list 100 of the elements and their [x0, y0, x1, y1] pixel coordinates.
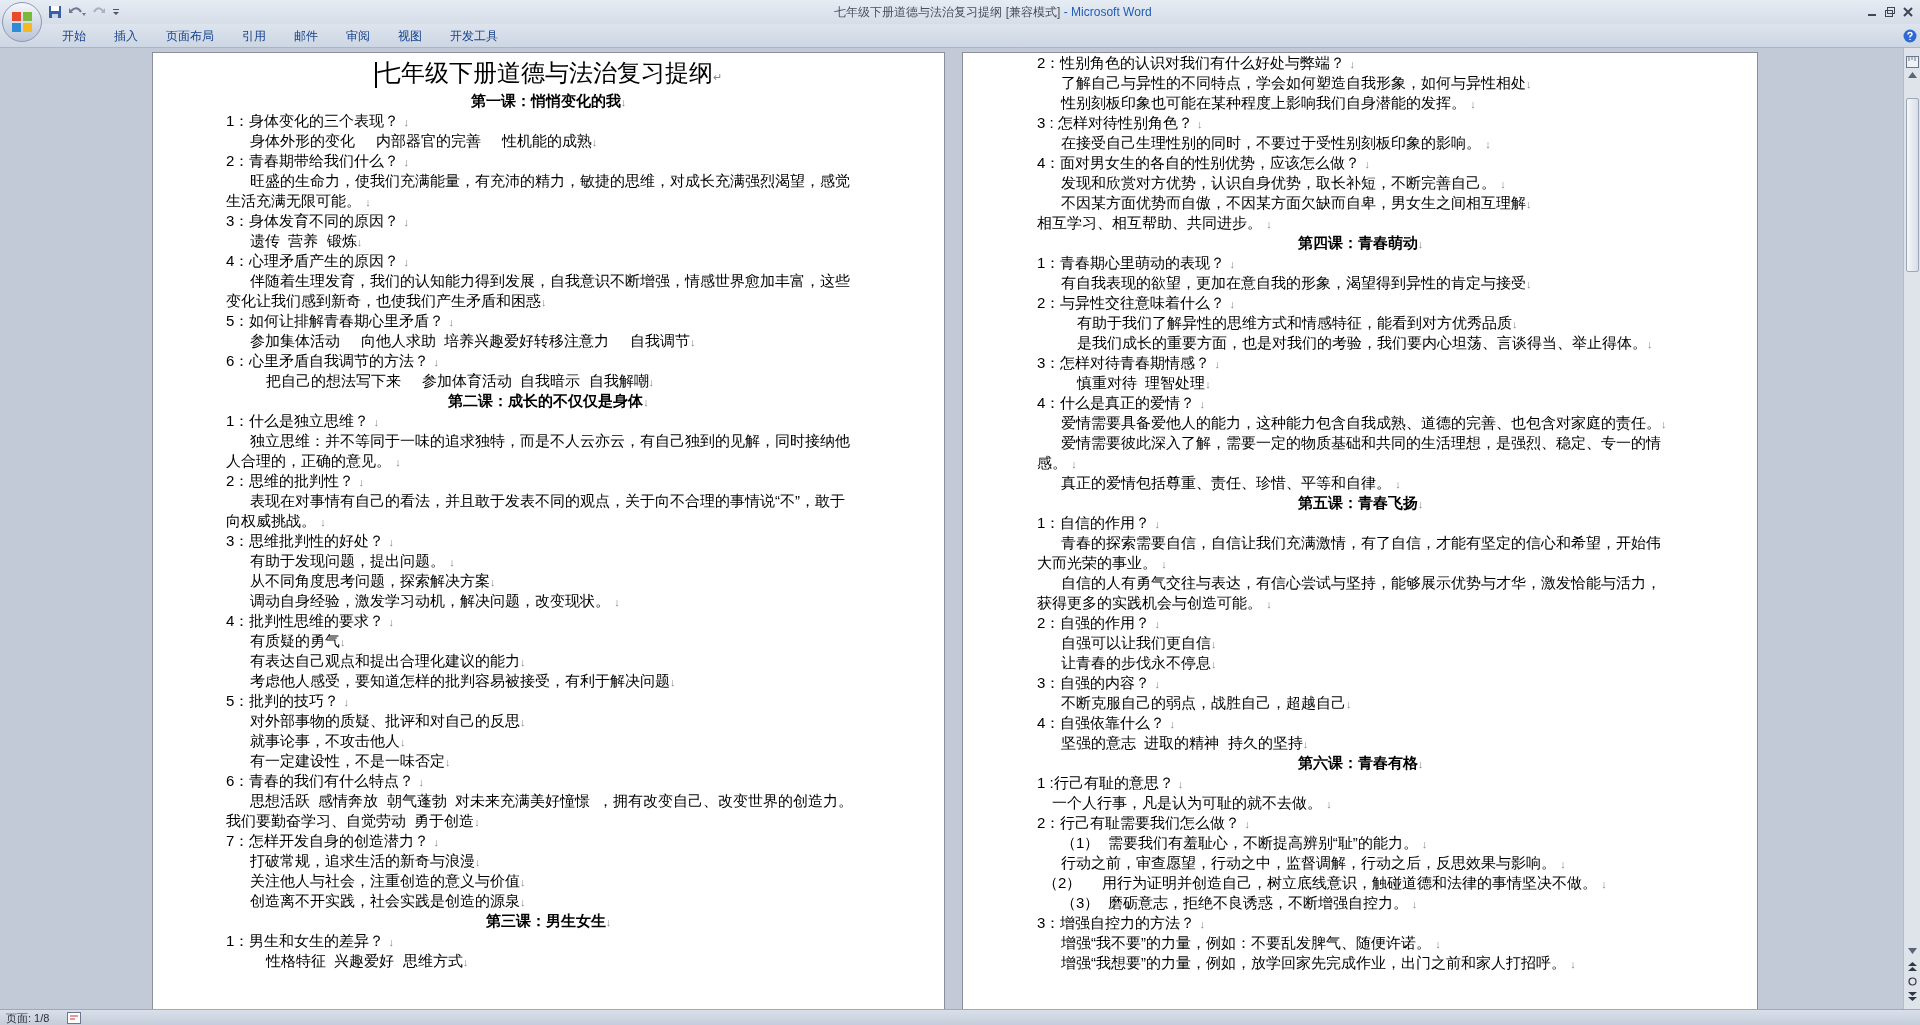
question-text: 1：自信的作用？ ↓: [1037, 513, 1161, 533]
answer-text: 是我们成长的重要方面，也是对我们的考验，我们要内心坦荡、言谈得当、举止得体。↓: [1076, 333, 1654, 353]
office-button[interactable]: [2, 2, 42, 42]
answer-text: 关注他人与社会，注重创造的意义与价值↓: [249, 871, 527, 891]
answer-paragraph: 爱情需要彼此深入了解，需要一定的物质基础和共同的生活理想，是强烈、稳定、专一的情感。 ↓: [1037, 433, 1662, 473]
answer-paragraph: 旺盛的生命力，使我们充满能量，有充沛的精力，敏捷的思维，对成长充满强烈渴望，感觉生活充满无限可能。 ↓: [226, 171, 851, 211]
answer-text: （1） 需要我们有羞耻心，不断提高辨别“耻”的能力。 ↓: [1060, 833, 1429, 853]
question-text: 4：面对男女生的各自的性别优势，应该怎么做？ ↓: [1037, 153, 1371, 173]
answer-text: 遗传 营养 锻炼↓: [249, 231, 364, 251]
question-text: 3：增强自控力的方法？ ↓: [1037, 913, 1206, 933]
answer-text: （2） 用行为证明并创造自己，树立底线意识，触碰道德和法律的事情坚决不做。 ↓: [1042, 873, 1608, 893]
ribbon-tab[interactable]: 页面布局: [154, 24, 226, 47]
question-text: 1：什么是独立思维？ ↓: [226, 411, 380, 431]
question-text: 6：青春的我们有什么特点？ ↓: [226, 771, 425, 791]
question-text: 3 : 怎样对待性别角色？ ↓: [1037, 113, 1204, 133]
answer-text: 不因某方面优势而自傲，不因某方面欠缺而自卑，男女生之间相互理解↓: [1060, 193, 1533, 213]
question-text: 3：自强的内容？ ↓: [1037, 673, 1161, 693]
answer-text: 考虑他人感受，要知道怎样的批判容易被接受，有利于解决问题↓: [249, 671, 677, 691]
answer-text: 行动之前，审查愿望，行动之中，监督调解，行动之后，反思效果与影响。 ↓: [1060, 853, 1567, 873]
answer-text: 性格特征 兴趣爱好 思维方式↓: [264, 951, 470, 971]
window-title: 七年级下册道德与法治复习提纲 [兼容模式] - Microsoft Word: [834, 4, 1152, 21]
answer-text: 对外部事物的质疑、批评和对自己的反思↓: [249, 711, 527, 731]
answer-text: 相互学习、相互帮助、共同进步。 ↓: [1037, 213, 1273, 233]
answer-text: 真正的爱情包括尊重、责任、珍惜、平等和自律。 ↓: [1060, 473, 1402, 493]
question-text: 2：性别角色的认识对我们有什么好处与弊端？ ↓: [1037, 53, 1356, 73]
ribbon-tab[interactable]: 开发工具: [438, 24, 510, 47]
answer-text: 有质疑的勇气↓: [249, 631, 347, 651]
question-text: 2：自强的作用？ ↓: [1037, 613, 1161, 633]
answer-text: 创造离不开实践，社会实践是创造的源泉↓: [249, 891, 527, 911]
answer-text: 在接受自己生理性别的同时，不要过于受性别刻板印象的影响。 ↓: [1060, 133, 1492, 153]
answer-paragraph: 青春的探索需要自信，自信让我们充满激情，有了自信，才能有坚定的信心和希望，开始伟大而光荣的事业。 ↓: [1037, 533, 1662, 573]
scroll-up-icon[interactable]: [1907, 72, 1917, 78]
ribbon-tab[interactable]: 插入: [102, 24, 150, 47]
browse-object-icon[interactable]: [1907, 977, 1917, 986]
answer-text: 参加集体活动 向他人求助 培养兴趣爱好转移注意力 自我调节↓: [249, 331, 697, 351]
section-heading: 第六课：青春有格↓: [1296, 753, 1425, 773]
section-heading: 第二课：成长的不仅仅是身体↓: [447, 391, 650, 411]
ribbon-tab[interactable]: 开始: [50, 24, 98, 47]
question-text: 6：心里矛盾自我调节的方法？ ↓: [226, 351, 440, 371]
question-text: 2：行己有耻需要我们怎么做？ ↓: [1037, 813, 1251, 833]
answer-text: 发现和欣赏对方优势，认识自身优势，取长补短，不断完善自己。 ↓: [1060, 173, 1507, 193]
ribbon-tab[interactable]: 邮件: [282, 24, 330, 47]
ribbon-tab[interactable]: 审阅: [334, 24, 382, 47]
customize-toolbar-icon[interactable]: [112, 7, 120, 17]
answer-text: 调动自身经验，激发学习动机，解决问题，改变现状。 ↓: [249, 591, 621, 611]
answer-paragraph: 独立思维：并不等同于一味的追求独特，而是不人云亦云，有自己独到的见解，同时接纳他人合理的，正确的意见。 ↓: [226, 431, 851, 471]
help-icon[interactable]: [1903, 28, 1917, 43]
page-indicator[interactable]: 页面: 1/8: [6, 1010, 50, 1025]
answer-text: 打破常规，追求生活的新奇与浪漫↓: [249, 851, 482, 871]
document-title: 七年级下册道德与法治复习提纲↵: [374, 58, 723, 90]
answer-paragraph: 表现在对事情有自己的看法，并且敢于发表不同的观点，关于向不合理的事情说“不”，敢于向权威挑战。 ↓: [226, 491, 846, 531]
answer-text: 增强“我不要”的力量，例如：不要乱发脾气、随便许诺。 ↓: [1060, 933, 1442, 953]
ruler-icon[interactable]: [1905, 56, 1919, 68]
question-text: 4：心理矛盾产生的原因？ ↓: [226, 251, 410, 271]
question-text: 2：思维的批判性？ ↓: [226, 471, 365, 491]
section-heading: 第三课：男生女生↓: [484, 911, 613, 931]
question-text: 1：身体变化的三个表现？ ↓: [226, 111, 410, 131]
answer-paragraph: 伴随着生理发育，我们的认知能力得到发展，自我意识不断增强，情感世界愈加丰富，这些变化让我们感到新奇，也使我们产生矛盾和困惑↓: [226, 271, 851, 311]
answer-text: 坚强的意志 进取的精神 持久的坚持↓: [1060, 733, 1310, 753]
question-text: 2：青春期带给我们什么？ ↓: [226, 151, 410, 171]
scroll-thumb[interactable]: [1905, 98, 1919, 272]
answer-text: 有自我表现的欲望，更加在意自我的形象，渴望得到异性的肯定与接受↓: [1060, 273, 1533, 293]
scroll-down-icon[interactable]: [1907, 948, 1917, 954]
previous-page-icon[interactable]: [1907, 962, 1917, 971]
answer-text: 身体外形的变化 内部器官的完善 性机能的成熟↓: [249, 131, 599, 151]
office-logo-icon: [11, 11, 33, 33]
answer-text: 就事论事，不攻击他人↓: [249, 731, 407, 751]
section-heading: 第一课：悄悄变化的我↓: [469, 91, 628, 111]
answer-text: 有助于我们了解异性的思维方式和情感特征，能看到对方优秀品质↓: [1076, 313, 1519, 333]
answer-text: 增强“我想要”的力量，例如，放学回家先完成作业，出门之前和家人打招呼。 ↓: [1060, 953, 1577, 973]
answer-text: 有一定建设性，不是一味否定↓: [249, 751, 452, 771]
question-text: 4：自强依靠什么？ ↓: [1037, 713, 1176, 733]
section-heading: 第五课：青春飞扬↓: [1296, 493, 1425, 513]
answer-text: 一个人行事，凡是认为可耻的就不去做。 ↓: [1051, 793, 1333, 813]
close-icon[interactable]: [1902, 6, 1914, 18]
answer-text: 自强可以让我们更自信↓: [1060, 633, 1218, 653]
answer-text: 把自己的想法写下来 参加体育活动 自我暗示 自我解嘲↓: [265, 371, 655, 391]
question-text: 3：身体发育不同的原因？ ↓: [226, 211, 410, 231]
question-text: 2：与异性交往意味着什么？ ↓: [1037, 293, 1236, 313]
ribbon-tab[interactable]: 视图: [386, 24, 434, 47]
answer-text: 有表达自己观点和提出合理化建议的能力↓: [249, 651, 527, 671]
question-text: 4：批判性思维的要求？ ↓: [226, 611, 395, 631]
answer-text: 爱情需要具备爱他人的能力，这种能力包含自我成熟、道德的完善、也包含对家庭的责任。↓: [1060, 413, 1668, 433]
answer-text: 让青春的步伐永不停息↓: [1060, 653, 1218, 673]
section-heading: 第四课：青春萌动↓: [1296, 233, 1425, 253]
answer-paragraph: 思想活跃 感情奔放 朝气蓬勃 对未来充满美好憧憬 ，拥有改变自己、改变世界的创造力。我们要勤奋学习、自觉劳动 勇于创造↓: [226, 791, 855, 831]
save-icon[interactable]: [48, 5, 62, 19]
question-text: 7：怎样开发自身的创造潜力？ ↓: [226, 831, 440, 851]
question-text: 3：思维批判性的好处？ ↓: [226, 531, 395, 551]
restore-icon[interactable]: [1884, 6, 1896, 18]
ribbon-tab[interactable]: 引用: [230, 24, 278, 47]
proofing-icon[interactable]: [67, 1011, 82, 1024]
answer-paragraph: 自信的人有勇气交往与表达，有信心尝试与坚持，能够展示优势与才华，激发恰能与活力，获得更多的实践机会与创造可能。 ↓: [1037, 573, 1662, 613]
question-text: 1：男生和女生的差异？ ↓: [226, 931, 395, 951]
answer-text: 性别刻板印象也可能在某种程度上影响我们自身潜能的发挥。 ↓: [1059, 93, 1477, 113]
answer-text: 从不同角度思考问题，探索解决方案↓: [249, 571, 497, 591]
question-text: 5：批判的技巧？ ↓: [226, 691, 350, 711]
answer-text: 不断克服自己的弱点，战胜自己，超越自己↓: [1060, 693, 1353, 713]
question-text: 4：什么是真正的爱情？ ↓: [1037, 393, 1206, 413]
next-page-icon[interactable]: [1907, 992, 1917, 1001]
